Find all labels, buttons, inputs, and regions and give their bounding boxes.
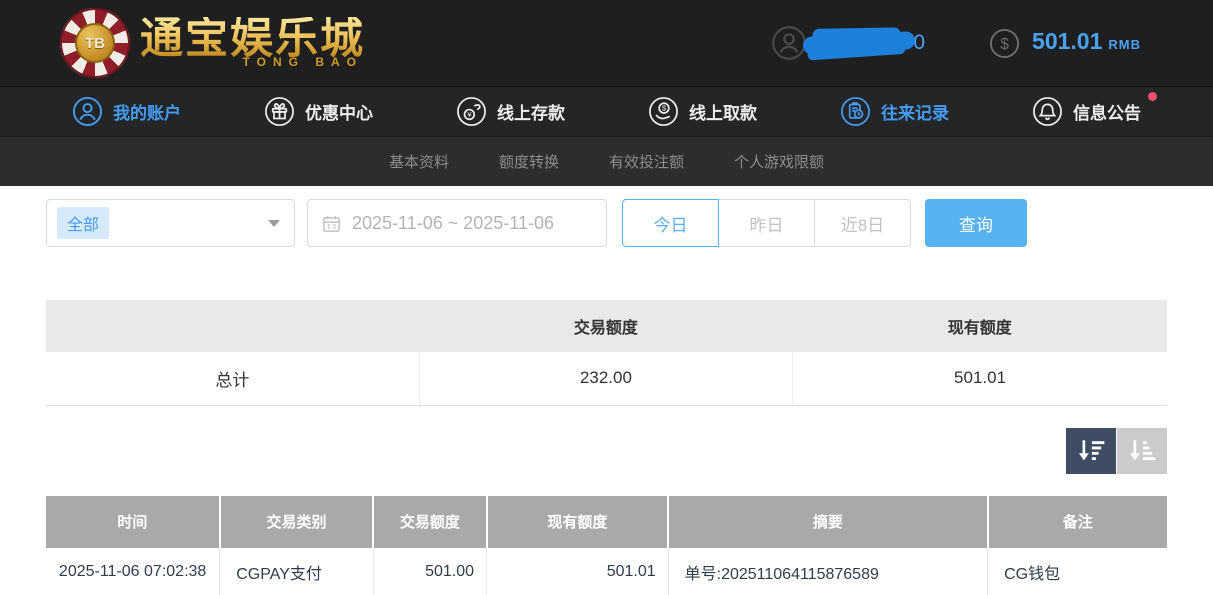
summary-total-row: 总计 232.00 501.01	[46, 352, 1167, 405]
subnav-item-game-limits[interactable]: 个人游戏限额	[734, 151, 824, 172]
summary-col-transaction: 交易额度	[419, 300, 792, 352]
summary-total-current: 501.01	[793, 352, 1167, 405]
calendar-icon	[322, 214, 341, 233]
logo-chip-text: TB	[85, 35, 105, 52]
sort-descending-icon	[1075, 437, 1107, 465]
summary-header-row: 交易额度 现有额度	[46, 300, 1167, 352]
account-balance[interactable]: $ 501.01 RMB	[989, 28, 1141, 59]
nav-item-withdraw[interactable]: $ 线上取款	[648, 96, 757, 127]
svg-text:$: $	[662, 104, 667, 113]
quick-date-group: 今日 昨日 近8日	[622, 199, 911, 247]
type-selected-tag: 全部	[57, 207, 109, 239]
cell-amount: 501.00	[373, 548, 486, 595]
logo-chip-center: TB	[75, 23, 115, 63]
subnav-item-quota-transfer[interactable]: 额度转换	[499, 151, 559, 172]
subnav-item-basic-info[interactable]: 基本资料	[389, 151, 449, 172]
main-nav: 我的账户 优惠中心 ¥ 线上存款 $ 线上取款	[0, 86, 1213, 136]
nav-label: 优惠中心	[305, 99, 373, 124]
type-dropdown[interactable]: 全部	[46, 199, 295, 247]
records-header-row: 时间 交易类别 交易额度 现有额度 摘要 备注	[46, 496, 1167, 548]
nav-label: 信息公告	[1073, 99, 1141, 124]
nav-label: 往来记录	[881, 99, 949, 124]
records-col-summary: 摘要	[668, 496, 987, 548]
cell-note: CG钱包	[988, 548, 1167, 595]
cell-time: 2025-11-06 07:02:38	[46, 548, 220, 595]
records-col-amount: 交易额度	[373, 496, 486, 548]
subnav-item-valid-bets[interactable]: 有效投注额	[609, 151, 684, 172]
bell-icon	[1032, 96, 1063, 127]
summary-total-transaction: 232.00	[419, 352, 792, 405]
gift-icon	[264, 96, 295, 127]
nav-item-records[interactable]: 往来记录	[840, 96, 949, 127]
nav-label: 我的账户	[113, 99, 181, 124]
sort-ascending-icon	[1126, 437, 1158, 465]
logo-subtitle: TONG BAO	[140, 55, 365, 69]
search-button[interactable]: 查询	[925, 199, 1027, 247]
account-username[interactable]: 0	[771, 25, 925, 61]
nav-item-promotions[interactable]: 优惠中心	[264, 96, 373, 127]
records-col-type: 交易类别	[220, 496, 374, 548]
balance-amount: 501.01	[1032, 28, 1102, 55]
user-icon	[72, 96, 103, 127]
nav-item-my-account[interactable]: 我的账户	[72, 96, 181, 127]
cell-type: CGPAY支付	[220, 548, 374, 595]
sub-nav: 基本资料 额度转换 有效投注额 个人游戏限额	[0, 136, 1213, 186]
quick-btn-last8days[interactable]: 近8日	[814, 199, 911, 247]
sort-controls	[46, 428, 1167, 474]
records-col-balance: 现有额度	[487, 496, 669, 548]
svg-text:¥: ¥	[467, 110, 472, 119]
account-area: 0 $ 501.01 RMB	[771, 25, 1141, 61]
nav-label: 线上存款	[497, 99, 565, 124]
username-visible-suffix: 0	[913, 31, 925, 55]
records-col-note: 备注	[988, 496, 1167, 548]
chevron-down-icon	[268, 220, 280, 227]
filter-row: 全部 2025-11-06 ~ 2025-11-06 今日 昨日 近8日 查询	[46, 198, 1167, 248]
dollar-circle-icon: $	[989, 28, 1020, 59]
summary-total-label: 总计	[46, 352, 419, 405]
user-circle-icon	[771, 25, 807, 61]
summary-col-current: 现有额度	[793, 300, 1167, 352]
withdraw-icon: $	[648, 96, 679, 127]
content-area: 全部 2025-11-06 ~ 2025-11-06 今日 昨日 近8日 查询 …	[0, 186, 1213, 595]
sort-ascending-button[interactable]	[1117, 428, 1167, 474]
deposit-icon: ¥	[456, 96, 487, 127]
logo-text: 通宝娱乐城 TONG BAO	[140, 17, 365, 69]
sort-descending-button[interactable]	[1066, 428, 1116, 474]
notification-dot	[1148, 92, 1157, 101]
nav-label: 线上取款	[689, 99, 757, 124]
site-logo[interactable]: TB 通宝娱乐城 TONG BAO	[60, 8, 365, 78]
nav-item-deposit[interactable]: ¥ 线上存款	[456, 96, 565, 127]
logo-chip-icon: TB	[60, 8, 130, 78]
table-row: 2025-11-06 07:02:38 CGPAY支付 501.00 501.0…	[46, 548, 1167, 595]
summary-table: 交易额度 现有额度 总计 232.00 501.01	[46, 300, 1167, 406]
redaction-scribble	[803, 31, 916, 55]
quick-btn-today[interactable]: 今日	[622, 199, 719, 247]
records-col-time: 时间	[46, 496, 220, 548]
quick-btn-yesterday[interactable]: 昨日	[718, 199, 815, 247]
records-table: 时间 交易类别 交易额度 现有额度 摘要 备注 2025-11-06 07:02…	[46, 496, 1167, 595]
date-range-value: 2025-11-06 ~ 2025-11-06	[352, 213, 554, 234]
svg-text:$: $	[1000, 35, 1009, 52]
cell-summary: 单号:202511064115876589	[668, 548, 987, 595]
top-header: TB 通宝娱乐城 TONG BAO 0 $ 501.01 RMB	[0, 0, 1213, 86]
date-range-input[interactable]: 2025-11-06 ~ 2025-11-06	[307, 199, 607, 247]
records-icon	[840, 96, 871, 127]
cell-balance: 501.01	[487, 548, 669, 595]
summary-col-empty	[46, 300, 419, 352]
nav-item-announcements[interactable]: 信息公告	[1032, 96, 1141, 127]
balance-currency: RMB	[1108, 37, 1141, 52]
